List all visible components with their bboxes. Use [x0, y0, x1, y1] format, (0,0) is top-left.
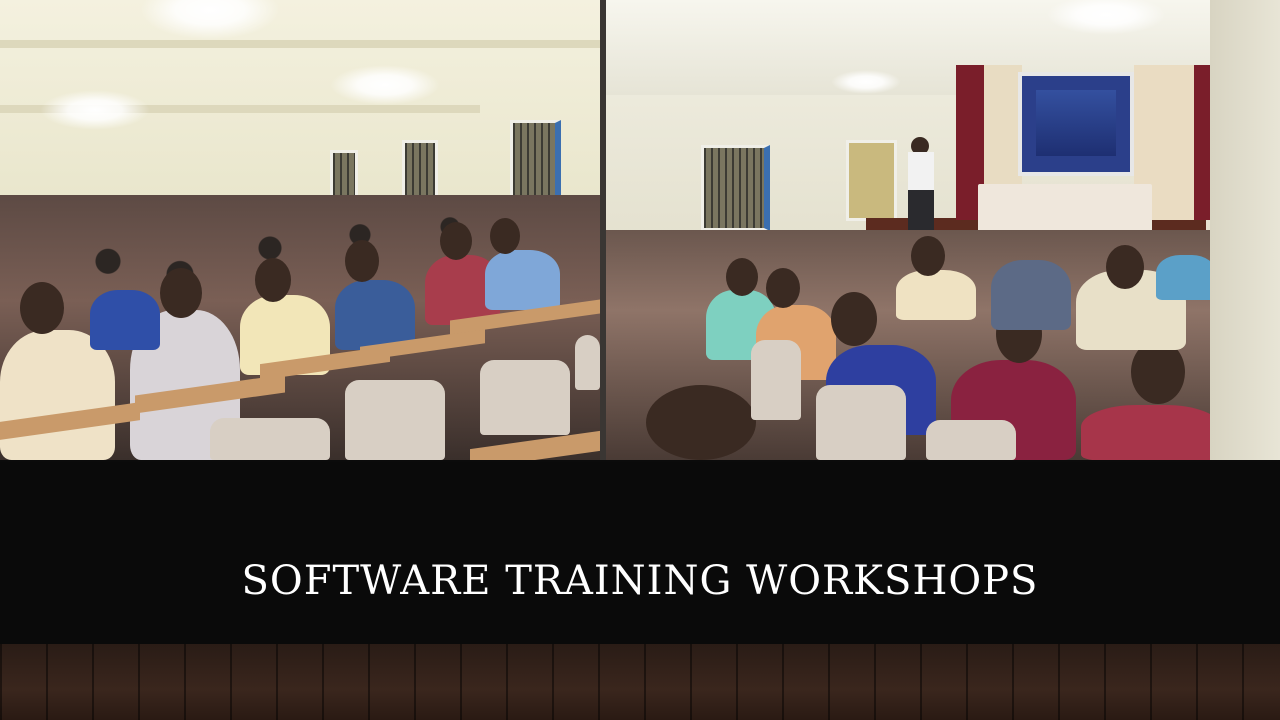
- wood-floor-background: [0, 644, 1280, 720]
- workshop-presentation-photo: [606, 0, 1280, 460]
- slide-caption: SOFTWARE TRAINING WORKSHOPS: [241, 558, 1039, 604]
- caption-band: [0, 462, 1280, 644]
- presenter: [908, 152, 934, 236]
- lecture-hall-students-photo: [0, 0, 600, 460]
- projection-screen: [1018, 72, 1134, 176]
